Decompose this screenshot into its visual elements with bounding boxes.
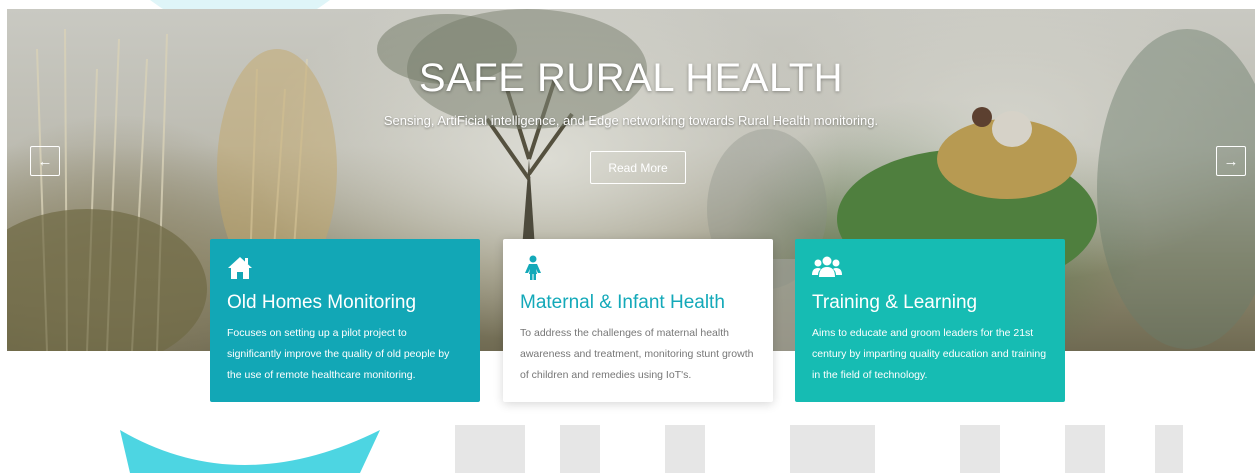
card-description: Focuses on setting up a pilot project to… bbox=[227, 327, 450, 381]
home-icon bbox=[228, 257, 252, 279]
feature-card-maternal-health[interactable]: Maternal & Infant Health To address the … bbox=[503, 239, 773, 402]
previous-slide-arrow-icon[interactable]: ← bbox=[30, 146, 60, 176]
card-title: Training & Learning bbox=[812, 292, 978, 313]
read-more-button[interactable]: Read More bbox=[590, 151, 686, 184]
card-description: Aims to educate and groom leaders for th… bbox=[812, 327, 1047, 381]
next-slide-arrow-icon[interactable]: → bbox=[1216, 146, 1246, 176]
card-description: To address the challenges of maternal he… bbox=[520, 327, 754, 381]
page: SAFE RURAL HEALTH Sensing, ArtiFicial in… bbox=[0, 0, 1255, 473]
card-title: Maternal & Infant Health bbox=[520, 292, 725, 313]
female-person-icon bbox=[525, 255, 541, 280]
card-title: Old Homes Monitoring bbox=[227, 292, 417, 313]
feature-card-training-learning[interactable]: Training & Learning Aims to educate and … bbox=[795, 239, 1065, 402]
users-group-icon bbox=[812, 256, 842, 277]
feature-card-old-homes[interactable]: Old Homes Monitoring Focuses on setting … bbox=[210, 239, 480, 402]
hero-title: SAFE RURAL HEALTH bbox=[418, 56, 844, 100]
hero-subtitle: Sensing, ArtiFicial intelligence, and Ed… bbox=[383, 113, 879, 128]
